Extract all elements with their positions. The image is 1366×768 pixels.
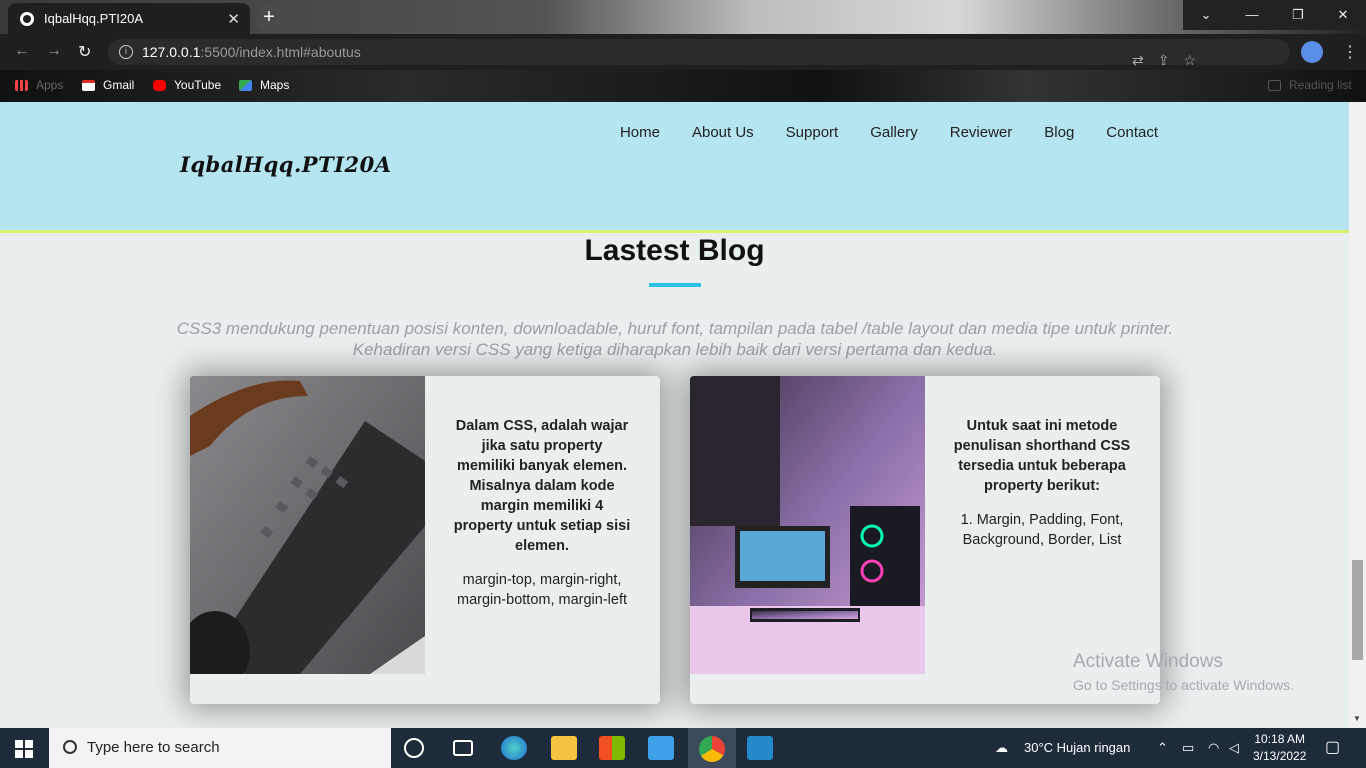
weather-icon[interactable]: ☁: [995, 740, 1008, 756]
task-view-icon[interactable]: [453, 740, 473, 756]
vscode-icon[interactable]: [747, 736, 773, 760]
site-info-icon[interactable]: i: [119, 45, 133, 59]
blog-card: Dalam CSS, adalah wajar jika satu proper…: [190, 376, 660, 704]
scroll-down-arrow-icon[interactable]: ▼: [1353, 714, 1361, 723]
site-logo[interactable]: IqbalHqq.PTI20A: [180, 152, 392, 177]
tab-search-icon[interactable]: ⌄: [1183, 0, 1229, 30]
clock-date: 3/13/2022: [1253, 749, 1307, 763]
watermark-title: Activate Windows: [1073, 651, 1223, 672]
share-icon[interactable]: ⇪: [1158, 52, 1184, 68]
tray-chevron-icon[interactable]: ⌃: [1157, 740, 1168, 756]
weather-text[interactable]: 30°C Hujan ringan: [1024, 740, 1130, 755]
translate-icon[interactable]: ⇄: [1132, 52, 1158, 68]
bookmark-apps[interactable]: Apps: [15, 78, 63, 92]
blog-card-heading: Untuk saat ini metode penulisan shorthan…: [953, 418, 1131, 494]
chrome-icon: [699, 736, 725, 762]
wifi-icon[interactable]: ◠: [1208, 740, 1219, 756]
blog-card-text: Dalam CSS, adalah wajar jika satu proper…: [452, 416, 632, 610]
blog-card-text: Untuk saat ini metode penulisan shorthan…: [952, 416, 1132, 550]
search-icon: [63, 740, 77, 754]
bookmark-gmail[interactable]: Gmail: [82, 78, 134, 92]
bookmark-maps[interactable]: Maps: [239, 78, 289, 92]
bookmarks-bar: Apps Gmail YouTube Maps Reading list: [0, 70, 1366, 102]
watermark-subtitle: Go to Settings to activate Windows.: [1073, 677, 1294, 693]
store-icon[interactable]: [599, 736, 625, 760]
reading-list-label: Reading list: [1289, 78, 1352, 92]
page-scrollbar[interactable]: ▼: [1349, 102, 1366, 728]
notifications-icon[interactable]: ▢: [1325, 737, 1340, 757]
nav-home[interactable]: Home: [620, 124, 660, 141]
forward-icon[interactable]: →: [46, 42, 62, 60]
taskbar-search-input[interactable]: Type here to search: [49, 728, 391, 768]
battery-icon[interactable]: ▭: [1182, 740, 1194, 756]
file-explorer-icon[interactable]: [551, 736, 577, 760]
bookmark-label: Apps: [36, 78, 64, 92]
nav-reviewer[interactable]: Reviewer: [950, 124, 1013, 141]
profile-avatar-icon[interactable]: [1301, 41, 1323, 63]
browser-tab[interactable]: IqbalHqq.PTI20A ✕: [8, 3, 250, 34]
site-header: IqbalHqq.PTI20A Home About Us Support Ga…: [0, 102, 1349, 233]
main-nav: Home About Us Support Gallery Reviewer B…: [620, 124, 1158, 141]
blog-card-heading: Dalam CSS, adalah wajar jika satu proper…: [453, 418, 631, 554]
nav-gallery[interactable]: Gallery: [870, 124, 918, 141]
blog-card-body: margin-top, margin-right, margin-bottom,…: [456, 572, 628, 608]
taskbar-clock[interactable]: 10:18 AM 3/13/2022: [1253, 731, 1306, 765]
gmail-icon: [82, 79, 95, 91]
nav-support[interactable]: Support: [786, 124, 839, 141]
title-underline: [649, 283, 701, 287]
tab-close-icon[interactable]: ✕: [227, 10, 240, 28]
bookmark-star-icon[interactable]: ☆: [1183, 52, 1210, 68]
url-input[interactable]: i 127.0.0.1:5500/index.html#aboutus ⇄⇪☆: [108, 39, 1290, 68]
blog-card-body: 1. Margin, Padding, Font, Background, Bo…: [960, 512, 1124, 548]
url-path: :5500/index.html#aboutus: [200, 44, 361, 60]
restore-icon[interactable]: ❐: [1275, 0, 1321, 30]
youtube-icon: [153, 79, 166, 91]
bookmark-label: Maps: [260, 78, 290, 92]
mail-icon[interactable]: [648, 736, 674, 760]
clock-time: 10:18 AM: [1254, 732, 1306, 746]
edge-icon[interactable]: [501, 736, 527, 760]
scrollbar-thumb[interactable]: [1352, 560, 1363, 660]
section-title: Lastest Blog: [584, 234, 765, 267]
back-icon[interactable]: ←: [14, 42, 30, 60]
volume-icon[interactable]: ◁: [1229, 740, 1239, 756]
tab-title: IqbalHqq.PTI20A: [44, 11, 144, 26]
keyboard-photo: [190, 376, 425, 674]
globe-icon: [20, 11, 34, 26]
gaming-setup-photo: [690, 376, 925, 674]
nav-blog[interactable]: Blog: [1044, 124, 1074, 141]
nav-contact[interactable]: Contact: [1106, 124, 1158, 141]
reading-list[interactable]: Reading list: [1268, 78, 1352, 92]
menu-kebab-icon[interactable]: ⋮: [1342, 42, 1358, 62]
cortana-icon[interactable]: [404, 738, 424, 758]
chrome-active-slot[interactable]: [688, 728, 736, 768]
search-placeholder: Type here to search: [87, 739, 220, 756]
address-toolbar: ← → ↻ i 127.0.0.1:5500/index.html#aboutu…: [0, 34, 1366, 70]
bookmark-youtube[interactable]: YouTube: [153, 78, 221, 92]
bookmark-label: Gmail: [103, 78, 135, 92]
activate-windows-watermark: Activate Windows Go to Settings to activ…: [1073, 651, 1294, 693]
url-host: 127.0.0.1: [142, 44, 201, 60]
maps-icon: [239, 79, 252, 91]
windows-start-icon[interactable]: [15, 740, 33, 758]
reading-list-icon: [1268, 79, 1281, 91]
bookmark-label: YouTube: [174, 78, 222, 92]
section-intro: CSS3 mendukung penentuan posisi konten, …: [176, 319, 1174, 359]
minimize-icon[interactable]: —: [1229, 0, 1275, 30]
window-close-icon[interactable]: ✕: [1320, 0, 1366, 30]
nav-about-us[interactable]: About Us: [692, 124, 754, 141]
browser-tab-bar: IqbalHqq.PTI20A ✕ + ⌄ — ❐ ✕: [0, 0, 1366, 34]
reload-icon[interactable]: ↻: [78, 42, 91, 62]
new-tab-button[interactable]: +: [256, 5, 282, 31]
apps-grid-icon: [15, 79, 28, 91]
windows-taskbar: Type here to search ☁ 30°C Hujan ringan …: [0, 728, 1366, 768]
